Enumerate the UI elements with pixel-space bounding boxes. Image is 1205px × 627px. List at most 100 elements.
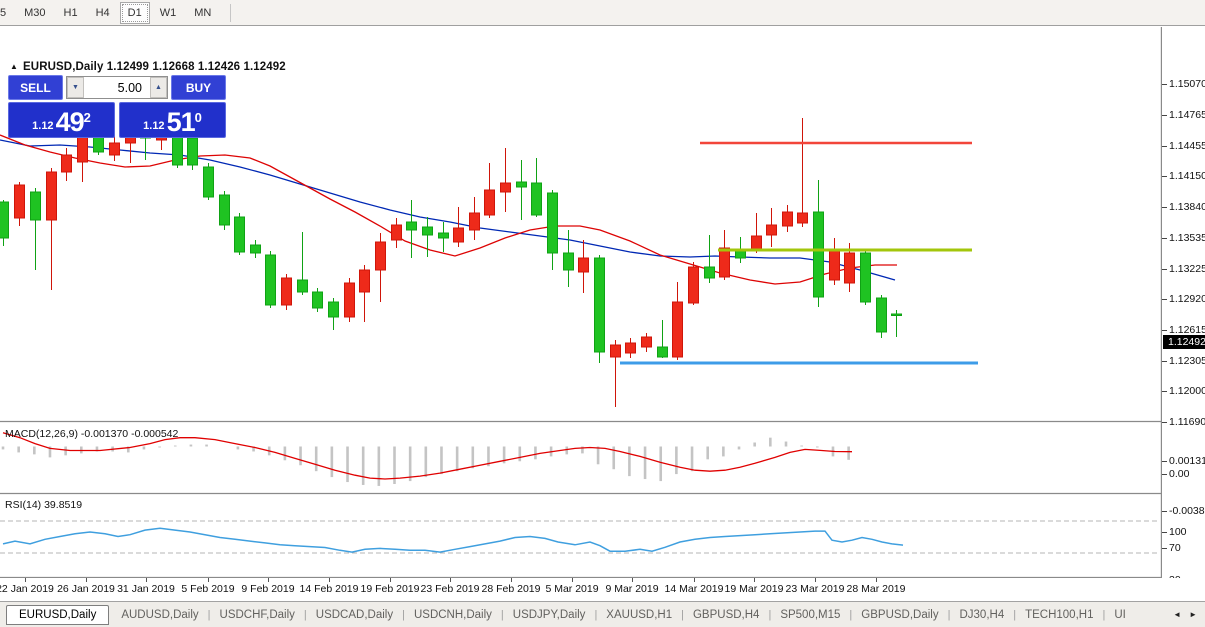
chart-tab-sp500-m15[interactable]: SP500,M15 bbox=[771, 606, 849, 624]
timeframe-button-m30[interactable]: M30 bbox=[16, 2, 53, 24]
time-axis-tick bbox=[25, 578, 26, 582]
candle-body bbox=[891, 313, 902, 316]
price-axis-label: 1.11690 bbox=[1169, 416, 1205, 428]
trading-platform-window: 5 M30 H1 H4 D1 W1 MN MACD(12,26,9) -0.001370 -… bbox=[0, 0, 1205, 627]
rsi-axis-label: 100 bbox=[1169, 526, 1187, 538]
axis-tick bbox=[1162, 299, 1167, 300]
timeframe-toolbar: 5 M30 H1 H4 D1 W1 MN bbox=[0, 0, 1205, 26]
macd-axis-label: -0.00386 bbox=[1169, 504, 1205, 517]
toolbar-separator bbox=[230, 3, 232, 22]
timeframe-button-d1[interactable]: D1 bbox=[119, 1, 150, 24]
candle-body bbox=[704, 266, 715, 279]
volume-input[interactable] bbox=[84, 77, 150, 98]
time-axis-tick bbox=[146, 578, 147, 582]
axis-tick bbox=[1162, 422, 1167, 423]
price-axis-label: 1.12000 bbox=[1169, 385, 1205, 397]
time-axis-label: 28 Mar 2019 bbox=[846, 583, 906, 595]
chart-tab-xauusd-h1[interactable]: XAUUSD,H1 bbox=[597, 606, 681, 624]
volume-increase-icon[interactable]: ▲ bbox=[150, 77, 167, 98]
tab-scroll-controls: ◄ ► bbox=[1173, 610, 1205, 619]
time-axis-tick bbox=[329, 578, 330, 582]
chart-tab-gbpusd-h4[interactable]: GBPUSD,H4 bbox=[684, 606, 768, 624]
current-price-tag: 1.12492 bbox=[1163, 334, 1205, 349]
candle-body bbox=[14, 184, 25, 219]
buy-button[interactable]: BUY bbox=[171, 75, 226, 100]
chart-area: MACD(12,26,9) -0.001370 -0.000542 RSI(14)… bbox=[0, 27, 1205, 605]
chart-tab-usdjpy-daily[interactable]: USDJPY,Daily bbox=[504, 606, 595, 624]
macd-axis-label: 0.001313 bbox=[1169, 454, 1205, 467]
axis-tick bbox=[1162, 532, 1167, 533]
axis-tick bbox=[1162, 329, 1167, 331]
price-axis-label: 1.14455 bbox=[1169, 139, 1205, 152]
candle-body bbox=[265, 254, 276, 306]
time-axis-tick bbox=[694, 578, 695, 582]
candle-body bbox=[766, 224, 777, 236]
collapse-triangle-icon[interactable]: ▲ bbox=[10, 62, 18, 71]
candle-body bbox=[375, 241, 386, 271]
chart-tab-audusd-daily[interactable]: AUDUSD,Daily bbox=[112, 606, 207, 624]
candle-body bbox=[344, 282, 355, 318]
timeframe-button-h4[interactable]: H4 bbox=[88, 2, 118, 24]
axis-tick bbox=[1162, 176, 1167, 177]
chart-tab-usdchf-daily[interactable]: USDCHF,Daily bbox=[211, 606, 304, 624]
candle-body bbox=[594, 257, 605, 353]
chart-tab-usdcnh-daily[interactable]: USDCNH,Daily bbox=[405, 606, 501, 624]
candle-body bbox=[625, 342, 636, 354]
chart-tab-tech100-h1[interactable]: TECH100,H1 bbox=[1016, 606, 1102, 624]
macd-pane: MACD(12,26,9) -0.001370 -0.000542 bbox=[1, 428, 853, 486]
timeframe-button-5[interactable]: 5 bbox=[0, 2, 14, 24]
axis-tick bbox=[1162, 360, 1167, 362]
candle-body bbox=[406, 221, 417, 231]
candle-body bbox=[453, 227, 464, 243]
time-axis-tick bbox=[268, 578, 269, 582]
sell-button[interactable]: SELL bbox=[8, 75, 63, 100]
candle-body bbox=[422, 226, 433, 236]
chart-tab-eurusd-daily[interactable]: EURUSD,Daily bbox=[6, 604, 110, 625]
candle-body bbox=[719, 247, 730, 278]
axis-tick bbox=[1162, 510, 1167, 512]
chart-tab-gbpusd-daily[interactable]: GBPUSD,Daily bbox=[852, 606, 947, 624]
candle-body bbox=[672, 301, 683, 358]
candle-body bbox=[359, 269, 370, 293]
candle-body bbox=[563, 252, 574, 271]
candle-body bbox=[297, 279, 308, 293]
candle-body bbox=[641, 336, 652, 348]
buy-price-big: 51 bbox=[166, 107, 196, 137]
candle-body bbox=[0, 201, 9, 239]
candle-body bbox=[328, 301, 339, 318]
timeframe-button-h1[interactable]: H1 bbox=[56, 2, 86, 24]
timeframe-button-w1[interactable]: W1 bbox=[152, 2, 185, 24]
chart-tab-usdcad-daily[interactable]: USDCAD,Daily bbox=[307, 606, 402, 624]
timeframe-button-mn[interactable]: MN bbox=[186, 2, 219, 24]
chart-tab-dj30-h4[interactable]: DJ30,H4 bbox=[950, 606, 1013, 624]
axis-tick bbox=[1162, 548, 1167, 549]
one-click-trade-panel: SELL ▼ ▲ BUY 1.12 49 2 1.12 51 0 bbox=[8, 75, 226, 138]
time-axis[interactable]: 22 Jan 2019 26 Jan 2019 31 Jan 2019 5 Feb 2… bbox=[0, 578, 1205, 601]
price-axis-label: 1.12920 bbox=[1169, 293, 1205, 305]
chart-tab-ui[interactable]: UI bbox=[1105, 606, 1135, 624]
scroll-right-icon[interactable]: ► bbox=[1189, 610, 1197, 619]
axis-tick bbox=[1162, 473, 1167, 475]
rsi-axis-label: 70 bbox=[1169, 542, 1181, 554]
axis-tick bbox=[1162, 207, 1167, 208]
candle-body bbox=[610, 344, 621, 358]
sell-quote-box[interactable]: 1.12 49 2 bbox=[8, 102, 115, 138]
candle-body bbox=[688, 266, 699, 304]
chart-title: ▲ EURUSD,Daily 1.12499 1.12668 1.12426 1.… bbox=[10, 61, 286, 73]
time-axis-tick bbox=[450, 578, 451, 582]
volume-decrease-icon[interactable]: ▼ bbox=[67, 77, 84, 98]
scroll-left-icon[interactable]: ◄ bbox=[1173, 610, 1181, 619]
price-axis[interactable]: 1.15070 1.14765 1.14455 1.14150 1.13840 1.135… bbox=[1162, 54, 1205, 605]
rsi-label: RSI(14) 39.8519 bbox=[5, 499, 82, 511]
time-axis-tick bbox=[754, 578, 755, 582]
candle-body bbox=[782, 211, 793, 227]
time-axis-tick bbox=[208, 578, 209, 582]
buy-quote-box[interactable]: 1.12 51 0 bbox=[119, 102, 226, 138]
fast-ma-line bbox=[0, 134, 897, 285]
rsi-pane: RSI(14) 39.8519 bbox=[0, 499, 1160, 554]
chart-ohlc-values: 1.12499 1.12668 1.12426 1.12492 bbox=[106, 61, 286, 73]
axis-tick bbox=[1162, 114, 1167, 116]
slow-ma-line bbox=[0, 139, 896, 281]
main-price-pane bbox=[0, 108, 978, 407]
candle-body bbox=[516, 181, 527, 188]
